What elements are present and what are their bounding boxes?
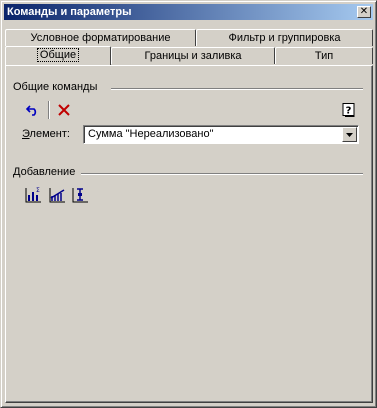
element-select[interactable]: Сумма "Нереализовано" [83, 125, 359, 144]
element-select-dropdown-button[interactable] [342, 127, 357, 142]
tab-label: Тип [314, 50, 334, 62]
close-button[interactable]: ✕ [357, 6, 371, 18]
element-label-rest: лемент: [29, 128, 70, 140]
element-select-value: Сумма "Нереализовано" [88, 128, 214, 140]
undo-icon [25, 105, 37, 116]
svg-text:Σ: Σ [36, 187, 40, 194]
add-heading: Добавление [13, 166, 76, 178]
svg-text:?: ? [346, 106, 352, 117]
close-icon: ✕ [359, 6, 369, 17]
help-icon: ? [342, 103, 355, 117]
tab-filter-grouping[interactable]: Фильтр и группировка [196, 29, 373, 46]
tab-label: Границы и заливка [144, 50, 242, 62]
group-divider [111, 88, 363, 90]
tab-borders-fill[interactable]: Границы и заливка [111, 47, 275, 64]
dialog-window: Команды и параметры ✕ Условное форматиро… [0, 0, 377, 408]
chevron-down-icon [346, 132, 353, 137]
window-title: Команды и параметры [7, 6, 132, 18]
title-bar[interactable]: Команды и параметры ✕ [4, 4, 373, 20]
help-button[interactable]: ? [339, 100, 359, 120]
delete-button[interactable] [54, 100, 74, 120]
add-trendline-button[interactable] [47, 185, 67, 205]
general-commands-heading: Общие команды [13, 81, 98, 93]
tab-type[interactable]: Тип [275, 47, 373, 64]
element-label-mnemonic: Э [22, 128, 30, 140]
add-totals-button[interactable]: Σ [23, 185, 43, 205]
add-error-bars-button[interactable] [70, 185, 90, 205]
tab-label: Условное форматирование [30, 32, 171, 44]
group-divider [81, 173, 363, 175]
add-error-bars-icon [72, 188, 88, 203]
add-totals-icon: Σ [25, 187, 41, 203]
tab-general[interactable]: Общие [5, 46, 111, 65]
tab-label: Фильтр и группировка [228, 32, 341, 44]
tab-label: Общие [36, 48, 80, 62]
toolbar-separator [48, 101, 50, 119]
tab-conditional-formatting[interactable]: Условное форматирование [5, 29, 196, 46]
element-label: Элемент: [22, 128, 70, 140]
undo-button[interactable] [23, 100, 43, 120]
delete-icon [58, 104, 70, 116]
add-trendline-icon [49, 188, 65, 203]
